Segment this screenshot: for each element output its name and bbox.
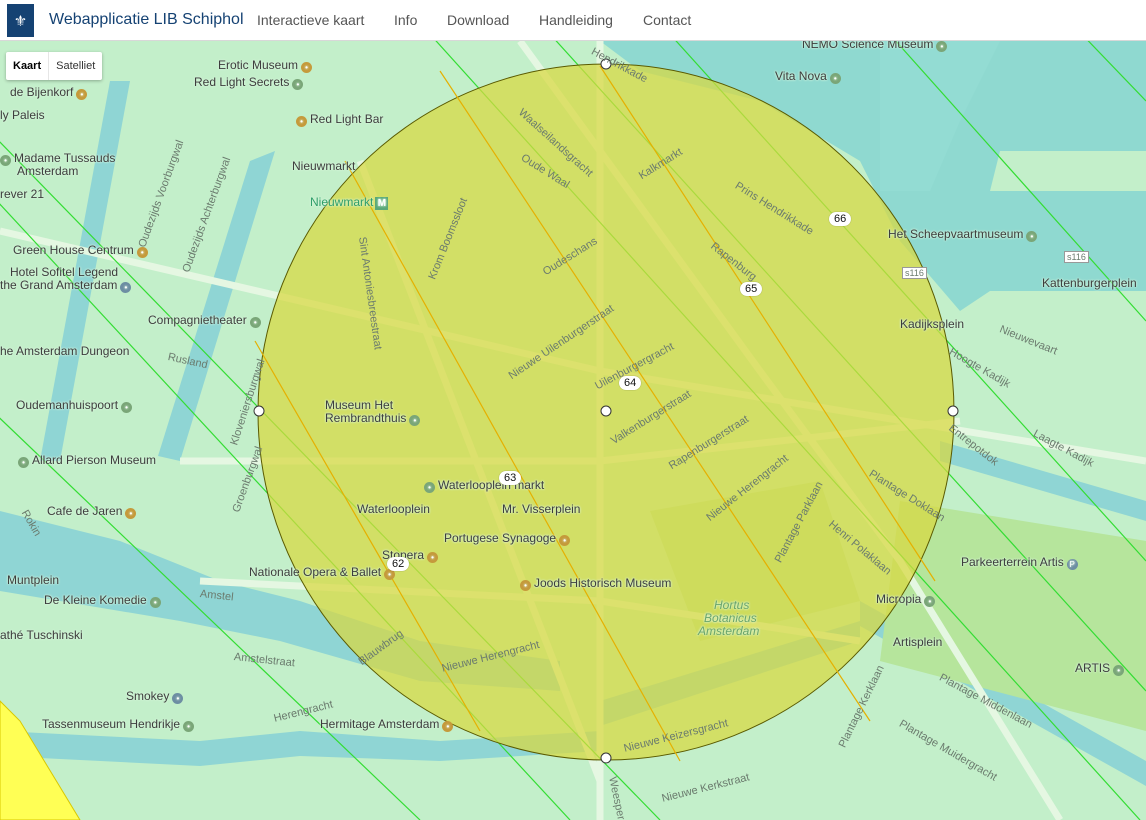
place-label[interactable]: he Amsterdam Dungeon [0, 344, 129, 358]
place-label[interactable]: Vita Nova • [775, 69, 841, 84]
handle-left [253, 405, 265, 417]
map-type-satelliet[interactable]: Satelliet [49, 52, 102, 80]
museum-icon: • [936, 41, 948, 52]
cafe-icon: • [125, 508, 137, 519]
place-label[interactable]: de Bijenkorf • [10, 85, 88, 100]
handle-center [600, 405, 612, 417]
museum-icon: • [292, 79, 304, 90]
place-label[interactable]: • Allard Pierson Museum [18, 453, 156, 468]
contour-label: 66 [829, 212, 852, 226]
place-label: Amsterdam [698, 624, 760, 638]
contour-label: 65 [740, 282, 763, 296]
zoo-icon: • [1113, 665, 1125, 676]
theater-icon: • [149, 597, 161, 608]
nav-handleiding[interactable]: Handleiding [539, 12, 613, 28]
museum-icon: • [520, 580, 531, 591]
museum-icon: • [442, 721, 454, 732]
place-label: Hotel Sofitel Legend [10, 265, 119, 279]
place-label[interactable]: • Waterlooplein markt [424, 478, 544, 493]
museum-icon: • [0, 155, 11, 166]
bar-icon: • [296, 116, 307, 127]
place-label[interactable]: • Red Light Bar [296, 112, 383, 127]
handle-bottom [600, 752, 612, 764]
nav-info[interactable]: Info [394, 12, 417, 28]
interactive-map[interactable]: Kaart Satelliet Erotic Museum • Red Light… [0, 41, 1146, 820]
place-label[interactable]: NEMO Science Museum • [802, 41, 948, 52]
hotel-icon: • [120, 282, 132, 293]
place-label[interactable]: Red Light Secrets • [194, 75, 304, 90]
place-label[interactable]: the Grand Amsterdam • [0, 278, 132, 293]
place-label[interactable]: ARTIS • [1075, 661, 1125, 676]
place-label[interactable]: • Joods Historisch Museum [520, 576, 671, 591]
museum-icon: • [924, 596, 936, 607]
place-label: Mr. Visserplein [502, 502, 581, 516]
place-label: rever 21 [0, 187, 45, 201]
place-label[interactable]: Parkeerterrein Artis P [961, 555, 1078, 570]
contour-label: 64 [619, 376, 642, 390]
place-label[interactable]: Tassenmuseum Hendrikje • [42, 717, 195, 732]
parking-icon: P [1066, 559, 1078, 570]
nav-interactieve-kaart[interactable]: Interactieve kaart [257, 12, 364, 28]
nav-download[interactable]: Download [447, 12, 509, 28]
contour-label: 63 [499, 471, 522, 485]
top-navbar: ⚜ Webapplicatie LIB Schiphol Interactiev… [0, 0, 1146, 41]
museum-icon: • [1026, 231, 1038, 242]
museum-icon: • [18, 457, 29, 468]
place-label: Kattenburgerplein [1042, 276, 1137, 290]
place-label: Museum Het [325, 398, 394, 412]
metro-label[interactable]: Nieuwmarkt M [310, 195, 389, 210]
road-shield: s116 [1064, 251, 1089, 263]
nav-contact[interactable]: Contact [643, 12, 691, 28]
market-icon: • [424, 482, 435, 493]
place-label[interactable]: Compagnietheater • [148, 313, 261, 328]
place-label[interactable]: Erotic Museum • [218, 58, 313, 73]
place-label[interactable]: Het Scheepvaartmuseum • [888, 227, 1038, 242]
place-label: Botanicus [704, 611, 757, 625]
place-label[interactable]: athé Tuschinski [0, 628, 83, 642]
map-type-kaart[interactable]: Kaart [6, 52, 50, 80]
road-shield: s116 [902, 267, 927, 279]
shopping-icon: • [301, 62, 313, 73]
shopping-icon: • [172, 693, 184, 704]
contour-label: 62 [387, 557, 410, 571]
theater-icon: • [427, 552, 439, 563]
photo-icon: • [829, 73, 841, 84]
place-label: Artisplein [893, 635, 943, 649]
landmark-icon: • [121, 402, 133, 413]
map-type-control: Kaart Satelliet [6, 52, 103, 80]
place-label: Amsterdam [17, 164, 79, 178]
handle-right [947, 405, 959, 417]
museum-icon: • [183, 721, 195, 732]
metro-icon: M [375, 197, 389, 210]
place-label[interactable]: Portugese Synagoge • [444, 531, 571, 546]
app-title[interactable]: Webapplicatie LIB Schiphol [49, 11, 244, 29]
place-label[interactable]: De Kleine Komedie • [44, 593, 161, 608]
place-label[interactable]: Micropia • [876, 592, 936, 607]
place-label[interactable]: Oudemanhuispoort • [16, 398, 133, 413]
shopping-icon: • [76, 89, 88, 100]
theater-icon: • [249, 317, 261, 328]
museum-icon: • [409, 415, 421, 426]
place-label[interactable]: Nationale Opera & Ballet • [249, 565, 396, 580]
worship-icon: • [559, 535, 571, 546]
place-label[interactable]: Hermitage Amsterdam • [320, 717, 454, 732]
rijksoverheid-logo[interactable]: ⚜ [7, 4, 34, 37]
place-label[interactable]: Nieuwmarkt [292, 159, 355, 173]
place-label: Hortus [714, 598, 750, 612]
place-label[interactable]: Smokey • [126, 689, 184, 704]
place-label: Waterlooplein [357, 502, 430, 516]
place-label[interactable]: Green House Centrum • [13, 243, 148, 258]
place-label: Kadijksplein [900, 317, 965, 331]
place-label: Muntplein [7, 573, 60, 587]
place-label[interactable]: Rembrandthuis • [325, 411, 421, 426]
place-label[interactable]: Cafe de Jaren • [47, 504, 137, 519]
place-label: ly Paleis [0, 108, 45, 122]
